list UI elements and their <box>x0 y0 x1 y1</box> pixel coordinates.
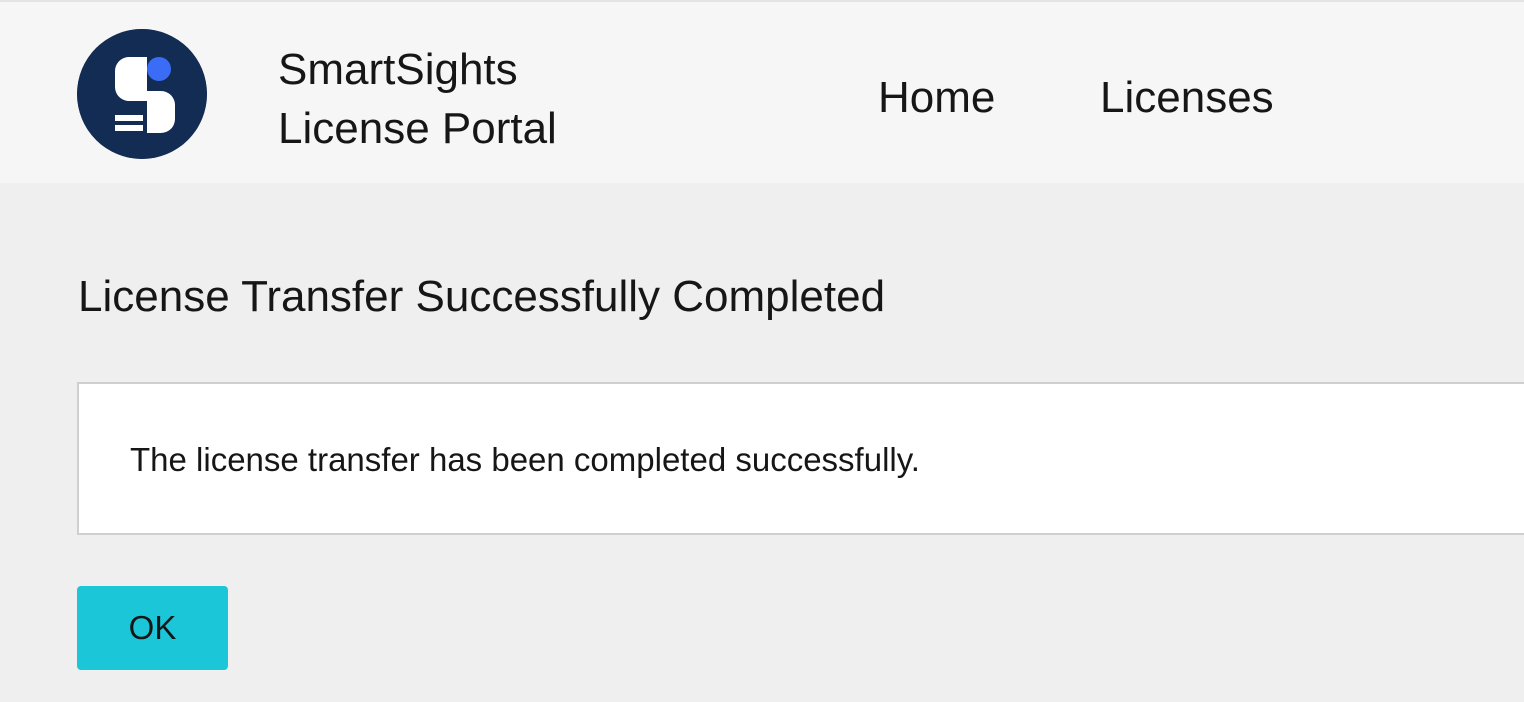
logo-graphic <box>77 29 207 159</box>
nav-home-link[interactable]: Home <box>878 72 995 124</box>
nav-licenses-link[interactable]: Licenses <box>1100 72 1274 124</box>
header-bar: SmartSights License Portal Home Licenses <box>0 0 1524 183</box>
page-title: License Transfer Successfully Completed <box>78 272 886 321</box>
ok-button[interactable]: OK <box>77 586 228 670</box>
message-panel: The license transfer has been completed … <box>77 382 1524 535</box>
brand-subtitle: License Portal <box>278 104 557 153</box>
brand-name: SmartSights <box>278 45 518 94</box>
success-message: The license transfer has been completed … <box>130 441 920 478</box>
smartsights-logo-icon[interactable] <box>77 29 207 159</box>
brand-title: SmartSights License Portal <box>278 40 557 158</box>
